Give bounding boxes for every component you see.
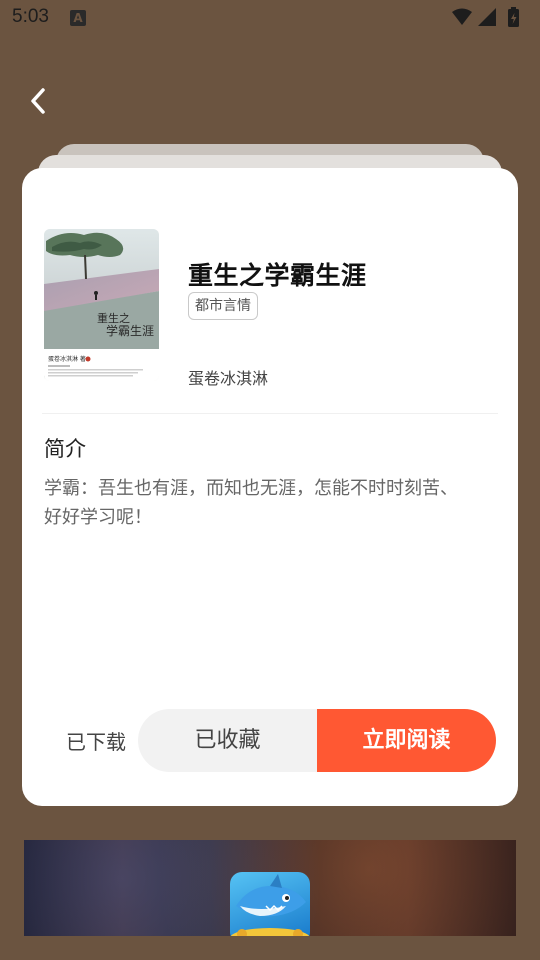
- signal-icon: [478, 8, 496, 26]
- book-title: 重生之学霸生涯: [188, 261, 367, 290]
- author-name: 蛋卷冰淇淋: [188, 369, 269, 388]
- battery-icon: [508, 7, 519, 27]
- status-bar: 5:03 A: [0, 0, 540, 36]
- back-icon[interactable]: [24, 84, 54, 118]
- intro-text: 学霸：吾生也有涯，而知也无涯，怎能不时时刻苦、好好学习呢！: [44, 478, 458, 528]
- book-cover[interactable]: 重生之 学霸生涯 蛋卷冰淇淋 著: [44, 229, 159, 381]
- status-time: 5:03: [12, 6, 49, 27]
- ad-banner[interactable]: [24, 840, 516, 936]
- notification-icon: A: [70, 10, 86, 26]
- cover-title-line1: 重生之: [97, 311, 130, 325]
- genre-tag[interactable]: 都市言情: [188, 292, 258, 320]
- book-detail-card: 重生之 学霸生涯 蛋卷冰淇淋 著 重生之学霸生涯 都市言情 蛋卷冰淇淋 简介 学…: [22, 168, 518, 806]
- favorite-button[interactable]: 已收藏: [138, 709, 317, 772]
- cover-author: 蛋卷冰淇淋 著: [48, 355, 86, 363]
- shark-game-icon[interactable]: [230, 872, 310, 936]
- intro-heading: 简介: [44, 437, 86, 461]
- wifi-icon: [452, 8, 472, 25]
- action-bar: 已收藏 立即阅读: [138, 709, 496, 772]
- cover-title-line2: 学霸生涯: [106, 323, 154, 338]
- status-icons: [452, 7, 519, 27]
- divider: [42, 413, 498, 414]
- read-now-button[interactable]: 立即阅读: [317, 709, 496, 772]
- downloaded-label[interactable]: 已下载: [66, 726, 126, 755]
